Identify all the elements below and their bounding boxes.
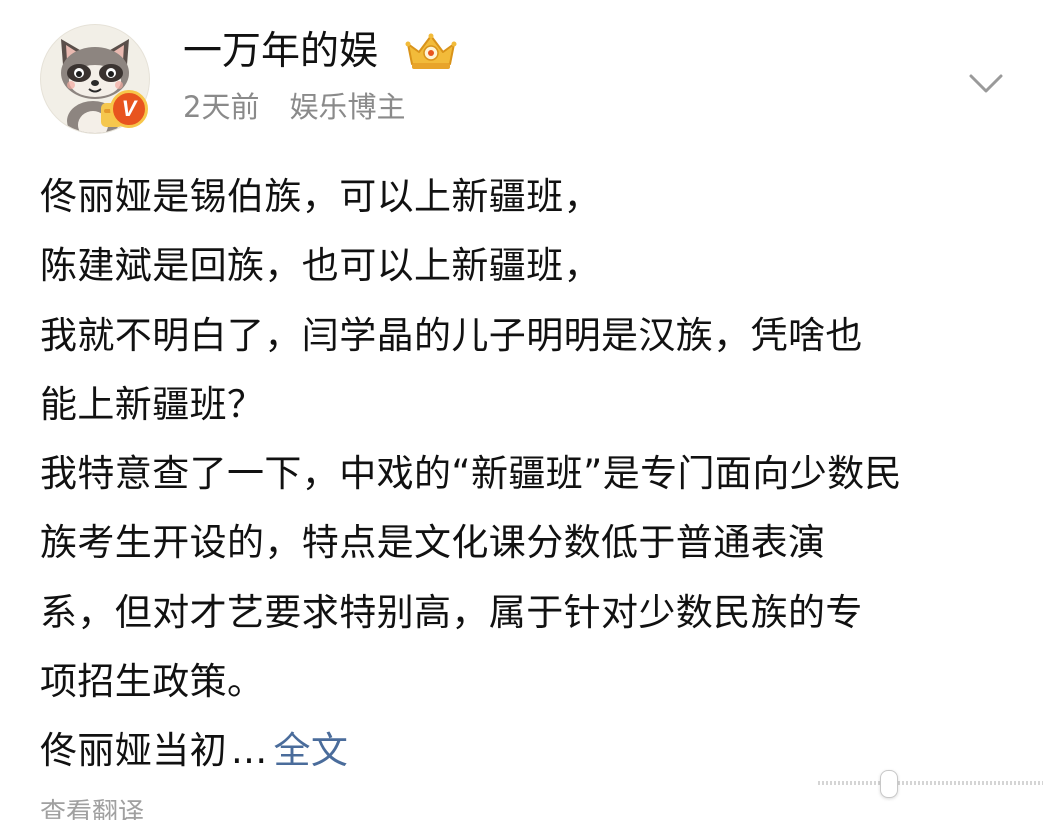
post-line: 系，但对才艺要求特别高，属于针对少数民族的专 — [40, 590, 863, 634]
post-line: 佟丽娅是锡伯族，可以上新疆班， — [40, 175, 601, 218]
ellipsis: ... — [231, 729, 268, 773]
author-tag: 娱乐博主 — [289, 90, 406, 124]
weibo-post: V 一万年的娱 2天前 娱乐博主 佟丽娅是锡伯族，可以上新疆班， 陈建斌是回族，也… — [0, 0, 1063, 820]
post-line: 我就不明白了，闫学晶的儿子明明是汉族，凭啥也 — [40, 313, 863, 357]
chevron-down-icon[interactable] — [968, 68, 1004, 98]
author-avatar[interactable]: V — [40, 24, 150, 134]
scroll-indicator[interactable] — [818, 770, 1043, 798]
verified-badge: V — [110, 90, 148, 128]
post-text: 佟丽娅是锡伯族，可以上新疆班， 陈建斌是回族，也可以上新疆班， 我就不明白了，闫… — [40, 162, 1045, 786]
post-meta: 2天前 娱乐博主 — [183, 86, 405, 128]
post-truncated-text: 佟丽娅当初 — [40, 729, 227, 773]
post-line: 族考生开设的，特点是文化课分数低于普通表演 — [40, 521, 826, 565]
post-line: 能上新疆班？ — [40, 382, 265, 426]
post-line: 项招生政策。 — [40, 660, 265, 704]
post-line: 陈建斌是回族，也可以上新疆班， — [40, 244, 601, 288]
crown-icon[interactable] — [404, 32, 458, 72]
author-name[interactable]: 一万年的娱 — [183, 26, 378, 78]
expand-full-text-link[interactable]: 全文 — [273, 729, 348, 772]
post-time: 2天前 — [183, 90, 260, 124]
scroll-track — [818, 781, 1043, 785]
scroll-thumb[interactable] — [880, 770, 898, 798]
post-line: 我特意查了一下，中戏的“新疆班”是专门面向少数民 — [40, 452, 902, 496]
translate-link[interactable]: 查看翻译 — [40, 795, 144, 820]
